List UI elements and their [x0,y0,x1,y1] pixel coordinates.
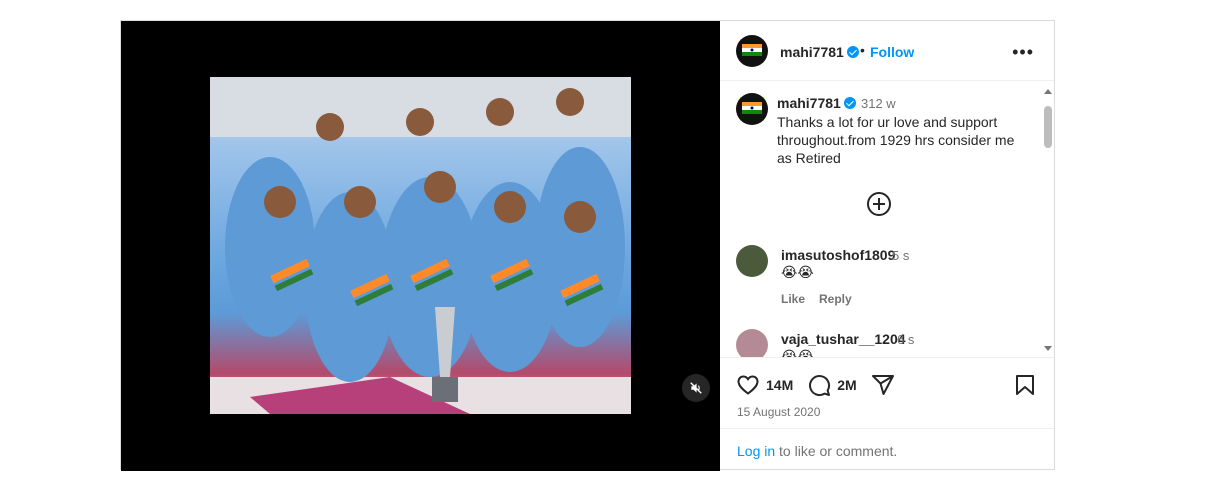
post-media[interactable] [121,21,720,471]
comment-avatar[interactable] [736,329,768,357]
heart-icon[interactable] [736,373,760,397]
comment-username[interactable]: vaja_tushar__1204 [781,331,906,347]
post-sidebar: mahi7781 • Follow ••• mahi7781 312 w Tha… [720,21,1054,469]
comment-like-button[interactable]: Like [781,292,805,306]
scroll-down-arrow[interactable] [1044,346,1052,351]
post-container: mahi7781 • Follow ••• mahi7781 312 w Tha… [120,20,1055,471]
scroll-up-arrow[interactable] [1044,89,1052,94]
post-header: mahi7781 • Follow ••• [720,21,1054,81]
actions-bar: 14M 2M 15 August 2020 Log in to like or … [720,357,1054,469]
follow-button[interactable]: Follow [870,44,914,60]
team-photo [210,77,631,414]
login-prompt: Log in to like or comment. [720,428,1054,468]
comment-text: 😭😭 [781,348,814,357]
comment-time: 5 s [892,248,910,263]
caption-avatar[interactable] [736,93,768,125]
mute-icon [690,382,702,394]
author-avatar[interactable] [736,35,768,67]
verified-icon [846,46,859,58]
separator-dot: • [860,42,865,58]
action-row: 14M 2M [736,372,895,398]
comments-section[interactable]: mahi7781 312 w Thanks a lot for ur love … [720,81,1054,357]
login-rest-text: to like or comment. [775,443,898,459]
comment-actions: Like Reply [781,292,866,306]
comment-username[interactable]: imasutoshof1809 [781,247,895,263]
caption-username[interactable]: mahi7781 [777,95,856,111]
load-more-icon[interactable] [867,192,891,216]
login-link[interactable]: Log in [737,443,775,459]
share-icon[interactable] [871,373,895,397]
caption-username-text[interactable]: mahi7781 [777,95,841,111]
comment-time: 6 s [897,332,915,347]
caption-time: 312 w [861,96,896,111]
comments-count[interactable]: 2M [837,377,856,393]
comment-avatar[interactable] [736,245,768,277]
comments-scrollbar[interactable] [1043,89,1052,351]
author-username-text[interactable]: mahi7781 [780,44,844,60]
save-icon[interactable] [1013,373,1037,397]
more-icon[interactable]: ••• [1012,42,1034,63]
verified-icon [843,97,856,109]
caption-text: Thanks a lot for ur love and support thr… [777,114,1015,166]
likes-count[interactable]: 14M [766,377,793,393]
author-username[interactable]: mahi7781 [780,44,859,60]
scroll-thumb[interactable] [1044,106,1052,148]
login-text: Log in to like or comment. [737,443,897,459]
mute-button[interactable] [682,374,710,402]
post-date[interactable]: 15 August 2020 [737,405,820,419]
comment-icon[interactable] [807,373,831,397]
comment-reply-button[interactable]: Reply [819,292,852,306]
comment-text: 😭😭 [781,264,814,280]
